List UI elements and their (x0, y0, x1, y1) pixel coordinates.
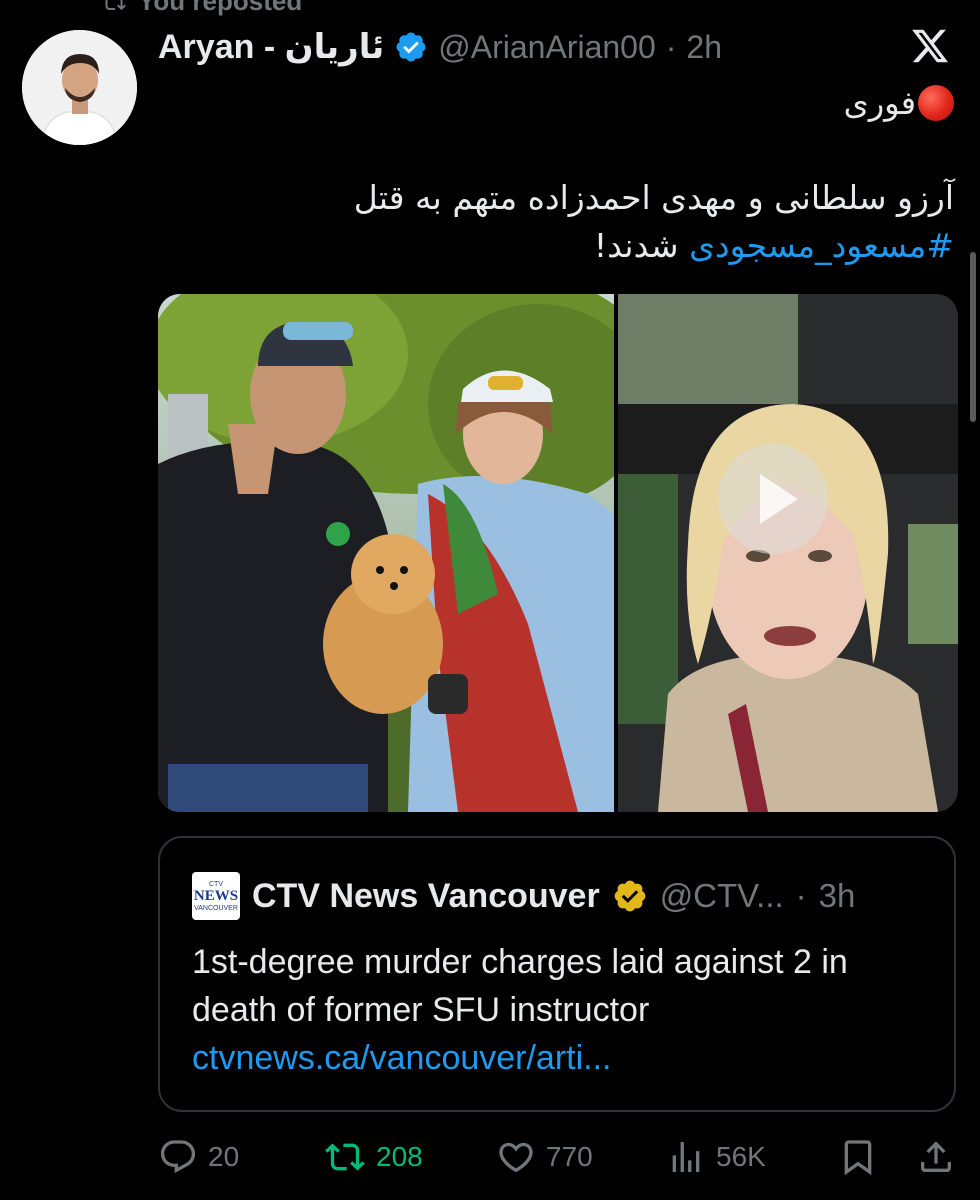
quote-header: CTV NEWS VANCOUVER CTV News Vancouver @C… (192, 868, 855, 924)
like-count: 770 (546, 1141, 593, 1172)
separator-dot: · (665, 28, 677, 65)
quote-timestamp[interactable]: 3h (819, 877, 856, 915)
media-grid (158, 294, 958, 812)
ctv-logo-subtext: VANCOUVER (194, 904, 238, 912)
media-photo[interactable] (158, 294, 614, 812)
urgent-label: فوری (843, 84, 916, 122)
reply-icon (160, 1140, 196, 1174)
repost-small-icon (105, 0, 126, 10)
bookmark-icon (844, 1140, 872, 1176)
tweet-text-line-2-rest: شدند! (593, 226, 690, 265)
play-button[interactable] (718, 444, 828, 554)
media-video[interactable] (618, 294, 958, 812)
repost-label: You reposted (138, 0, 303, 16)
quote-separator-dot: · (795, 877, 807, 914)
photo-image (158, 294, 614, 812)
avatar[interactable] (22, 30, 137, 145)
urgent-line: فوری (844, 84, 954, 122)
play-icon (760, 474, 798, 524)
ctv-news-logo[interactable]: CTV NEWS VANCOUVER (192, 872, 240, 920)
video-thumbnail (618, 294, 958, 812)
tweet-text-line-2: #مسعود_مسجودی شدند! (194, 222, 954, 270)
bookmark-button[interactable] (838, 1134, 878, 1180)
red-circle-icon (918, 85, 954, 121)
x-logo-icon[interactable] (910, 26, 950, 66)
timestamp[interactable]: 2h (686, 29, 722, 66)
share-button[interactable] (916, 1134, 956, 1180)
like-button[interactable]: 770 (496, 1134, 593, 1180)
action-bar: 20 208 770 56K (158, 1134, 958, 1180)
quote-text: 1st-degree murder charges laid against 2… (192, 938, 932, 1082)
heart-icon (499, 1142, 533, 1173)
tweet-text-line-1: آرزو سلطانی و مهدی احمدزاده متهم به قتل (353, 178, 954, 217)
quote-handle[interactable]: @CTV... (660, 877, 784, 915)
repost-indicator: You reposted (100, 0, 302, 17)
views-count: 56K (716, 1141, 766, 1172)
post-header: Aryan - ئاریان @ArianArian00 · 2h (158, 24, 722, 70)
quote-link[interactable]: ctvnews.ca/vancouver/arti... (192, 1034, 932, 1082)
views-chart-icon (672, 1142, 700, 1172)
quote-display-name[interactable]: CTV News Vancouver (252, 877, 600, 916)
handle[interactable]: @ArianArian00 (438, 29, 655, 66)
repost-button[interactable]: 208 (324, 1134, 423, 1180)
tweet-text: آرزو سلطانی و مهدی احمدزاده متهم به قتل … (194, 174, 954, 270)
repost-count: 208 (376, 1141, 423, 1172)
gold-verified-badge-icon[interactable] (612, 878, 648, 914)
share-icon (921, 1141, 951, 1172)
quote-body: 1st-degree murder charges laid against 2… (192, 943, 848, 1029)
ctv-logo-text: NEWS (193, 887, 239, 904)
scrollbar[interactable] (970, 252, 976, 422)
repost-icon (325, 1143, 365, 1171)
display-name[interactable]: Aryan - ئاریان (158, 27, 384, 67)
verified-badge-icon[interactable] (394, 30, 428, 64)
avatar-photo (22, 30, 137, 145)
views-button[interactable]: 56K (666, 1134, 766, 1180)
reply-button[interactable]: 20 (158, 1134, 239, 1180)
hashtag-link[interactable]: #مسعود_مسجودی (689, 226, 954, 265)
quoted-tweet-card[interactable]: CTV NEWS VANCOUVER CTV News Vancouver @C… (158, 836, 956, 1112)
reply-count: 20 (208, 1141, 240, 1172)
